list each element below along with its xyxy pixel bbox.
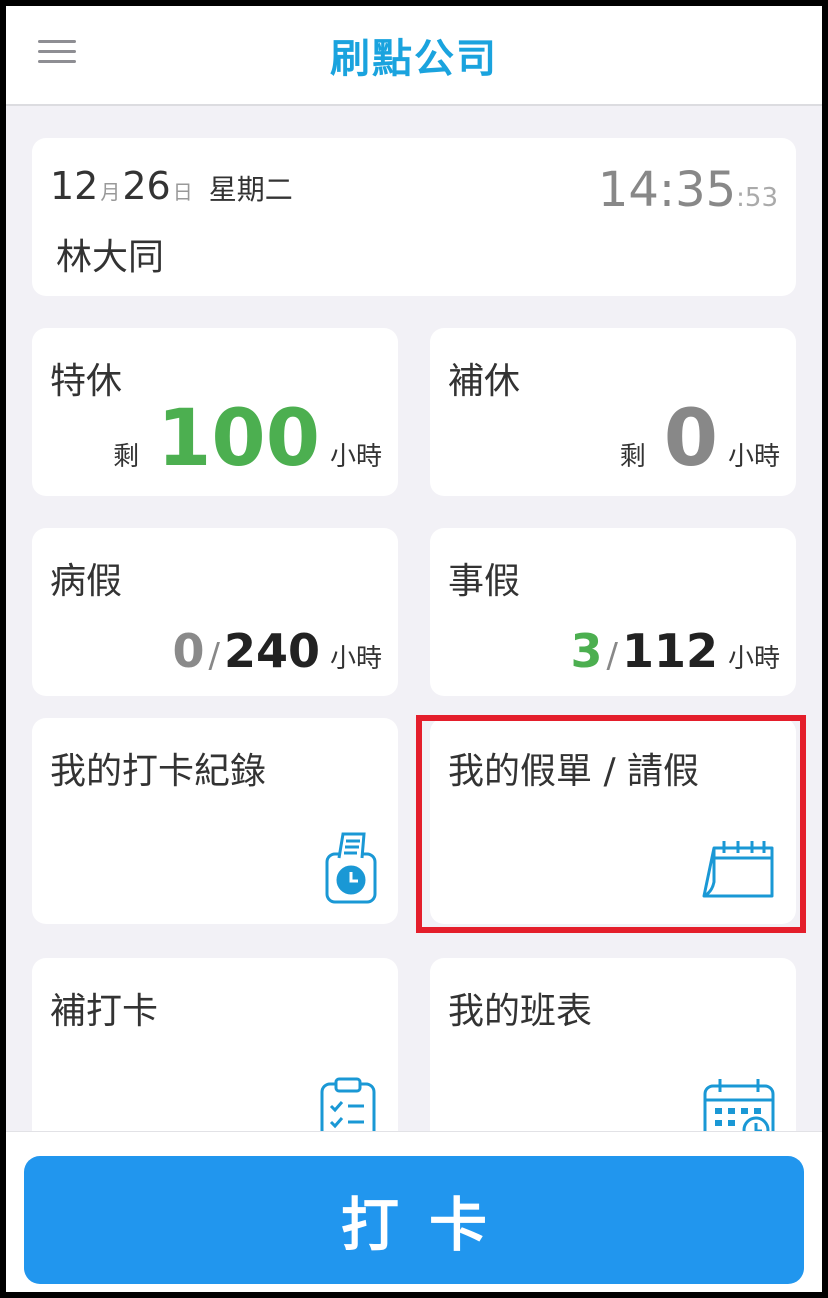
special-leave-balance: 剩 100 小時 (113, 400, 382, 478)
sick-leave-used: 0 (172, 624, 205, 678)
month-unit: 月 (100, 180, 121, 204)
time-seconds: :53 (736, 183, 778, 213)
remain-label: 剩 (113, 442, 140, 472)
special-leave-label: 特休 (50, 361, 123, 402)
user-name: 林大同 (56, 237, 165, 278)
separator-slash: / (208, 636, 220, 676)
hours-unit: 小時 (329, 442, 382, 472)
day-unit: 日 (172, 180, 193, 204)
comp-leave-card[interactable]: 補休 剩 0 小時 (430, 328, 796, 496)
special-leave-hours: 100 (157, 394, 320, 484)
my-schedule-label: 我的班表 (448, 991, 593, 1032)
hours-unit: 小時 (329, 644, 382, 674)
app-screen: 刷點公司 12 月26 日星期二 林大同 14:35:53 特休 剩 100 小時 … (6, 6, 822, 1292)
personal-leave-used: 3 (570, 624, 603, 678)
personal-leave-balance: 3 / 112 小時 (570, 624, 780, 678)
punch-records-tile[interactable]: 我的打卡紀錄 (32, 718, 398, 924)
punch-button[interactable]: 打卡 (24, 1156, 804, 1284)
remain-label: 剩 (619, 442, 646, 472)
personal-leave-label: 事假 (448, 561, 521, 602)
hours-unit: 小時 (727, 442, 780, 472)
leave-requests-label: 我的假單 / 請假 (448, 751, 700, 792)
time-clock-card-icon (324, 830, 378, 910)
comp-leave-hours: 0 (663, 394, 718, 484)
weekday: 星期二 (208, 173, 293, 206)
hours-unit: 小時 (727, 644, 780, 674)
sick-leave-card[interactable]: 病假 0 / 240 小時 (32, 528, 398, 696)
leave-requests-tile[interactable]: 我的假單 / 請假 (430, 718, 796, 924)
date-display: 12 月26 日星期二 (50, 164, 293, 208)
month-value: 12 (50, 164, 99, 208)
personal-leave-total: 112 (621, 624, 718, 678)
time-hours-minutes: 14:35 (597, 162, 737, 218)
calendar-icon (700, 838, 776, 906)
separator-slash: / (606, 636, 618, 676)
sick-leave-balance: 0 / 240 小時 (172, 624, 382, 678)
app-title: 刷點公司 (330, 36, 498, 82)
personal-leave-card[interactable]: 事假 3 / 112 小時 (430, 528, 796, 696)
current-time: 14:35:53 (598, 162, 778, 218)
make-up-punch-label: 補打卡 (50, 991, 159, 1032)
bottom-action-bar: 打卡 (6, 1131, 822, 1292)
date-time-card: 12 月26 日星期二 林大同 14:35:53 (32, 138, 796, 296)
day-value: 26 (122, 164, 171, 208)
punch-records-label: 我的打卡紀錄 (50, 751, 267, 792)
special-leave-card[interactable]: 特休 剩 100 小時 (32, 328, 398, 496)
comp-leave-label: 補休 (448, 361, 521, 402)
sick-leave-total: 240 (223, 624, 320, 678)
app-header: 刷點公司 (6, 6, 822, 106)
sick-leave-label: 病假 (50, 561, 123, 602)
comp-leave-balance: 剩 0 小時 (620, 400, 780, 478)
